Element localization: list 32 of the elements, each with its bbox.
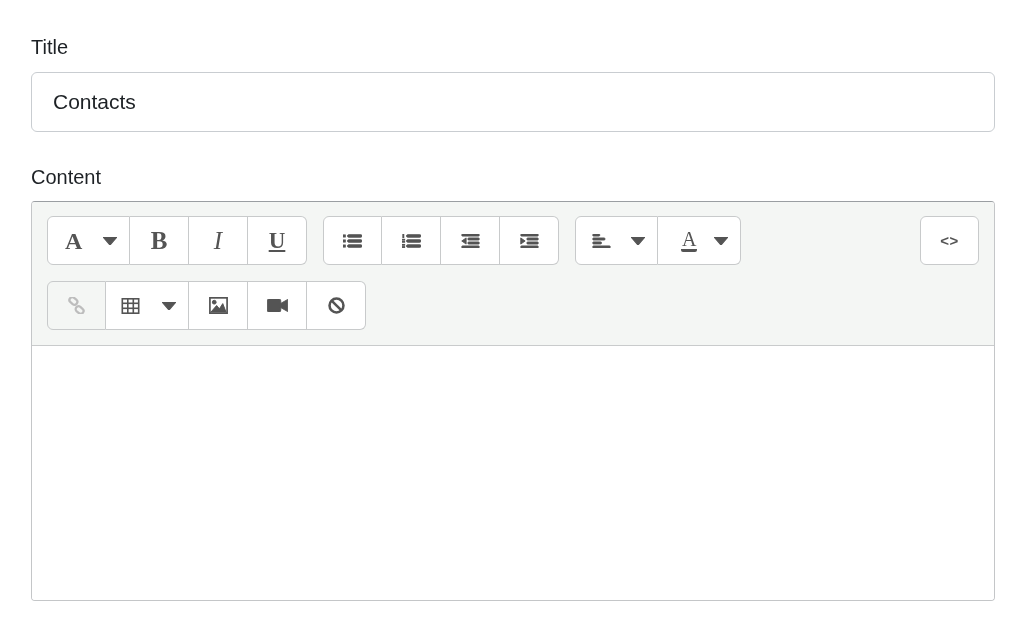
- video-camera-icon: [266, 299, 288, 312]
- clear-formatting-button[interactable]: [307, 281, 366, 330]
- font-style-button[interactable]: A: [47, 216, 130, 265]
- title-input[interactable]: Contacts: [31, 72, 995, 132]
- underline-button[interactable]: U: [248, 216, 307, 265]
- video-button[interactable]: [248, 281, 307, 330]
- bullet-list-button[interactable]: [323, 216, 382, 265]
- no-sign-icon: [326, 297, 346, 314]
- chain-link-icon: [67, 297, 86, 314]
- bold-button[interactable]: B: [130, 216, 189, 265]
- table-grid-icon: [121, 297, 140, 314]
- title-label: Title: [31, 35, 69, 60]
- caret-icon: [631, 236, 645, 245]
- caret-icon: [162, 301, 176, 310]
- align-left-icon: [592, 233, 611, 248]
- numbered-list-icon: [401, 233, 421, 248]
- indent-button[interactable]: [500, 216, 559, 265]
- numbered-list-button[interactable]: [382, 216, 441, 265]
- align-button[interactable]: [575, 216, 658, 265]
- table-button[interactable]: [106, 281, 189, 330]
- outdent-button[interactable]: [441, 216, 500, 265]
- italic-button[interactable]: I: [189, 216, 248, 265]
- caret-icon: [103, 236, 117, 245]
- text-color-button[interactable]: A: [658, 216, 741, 265]
- bullet-list-icon: [343, 233, 362, 248]
- caret-icon: [714, 236, 728, 245]
- html-source-button[interactable]: <>: [920, 216, 979, 265]
- indent-icon: [519, 233, 539, 248]
- image-button[interactable]: [189, 281, 248, 330]
- image-icon: [208, 297, 228, 314]
- outdent-icon: [460, 233, 480, 248]
- content-label: Content: [31, 165, 102, 190]
